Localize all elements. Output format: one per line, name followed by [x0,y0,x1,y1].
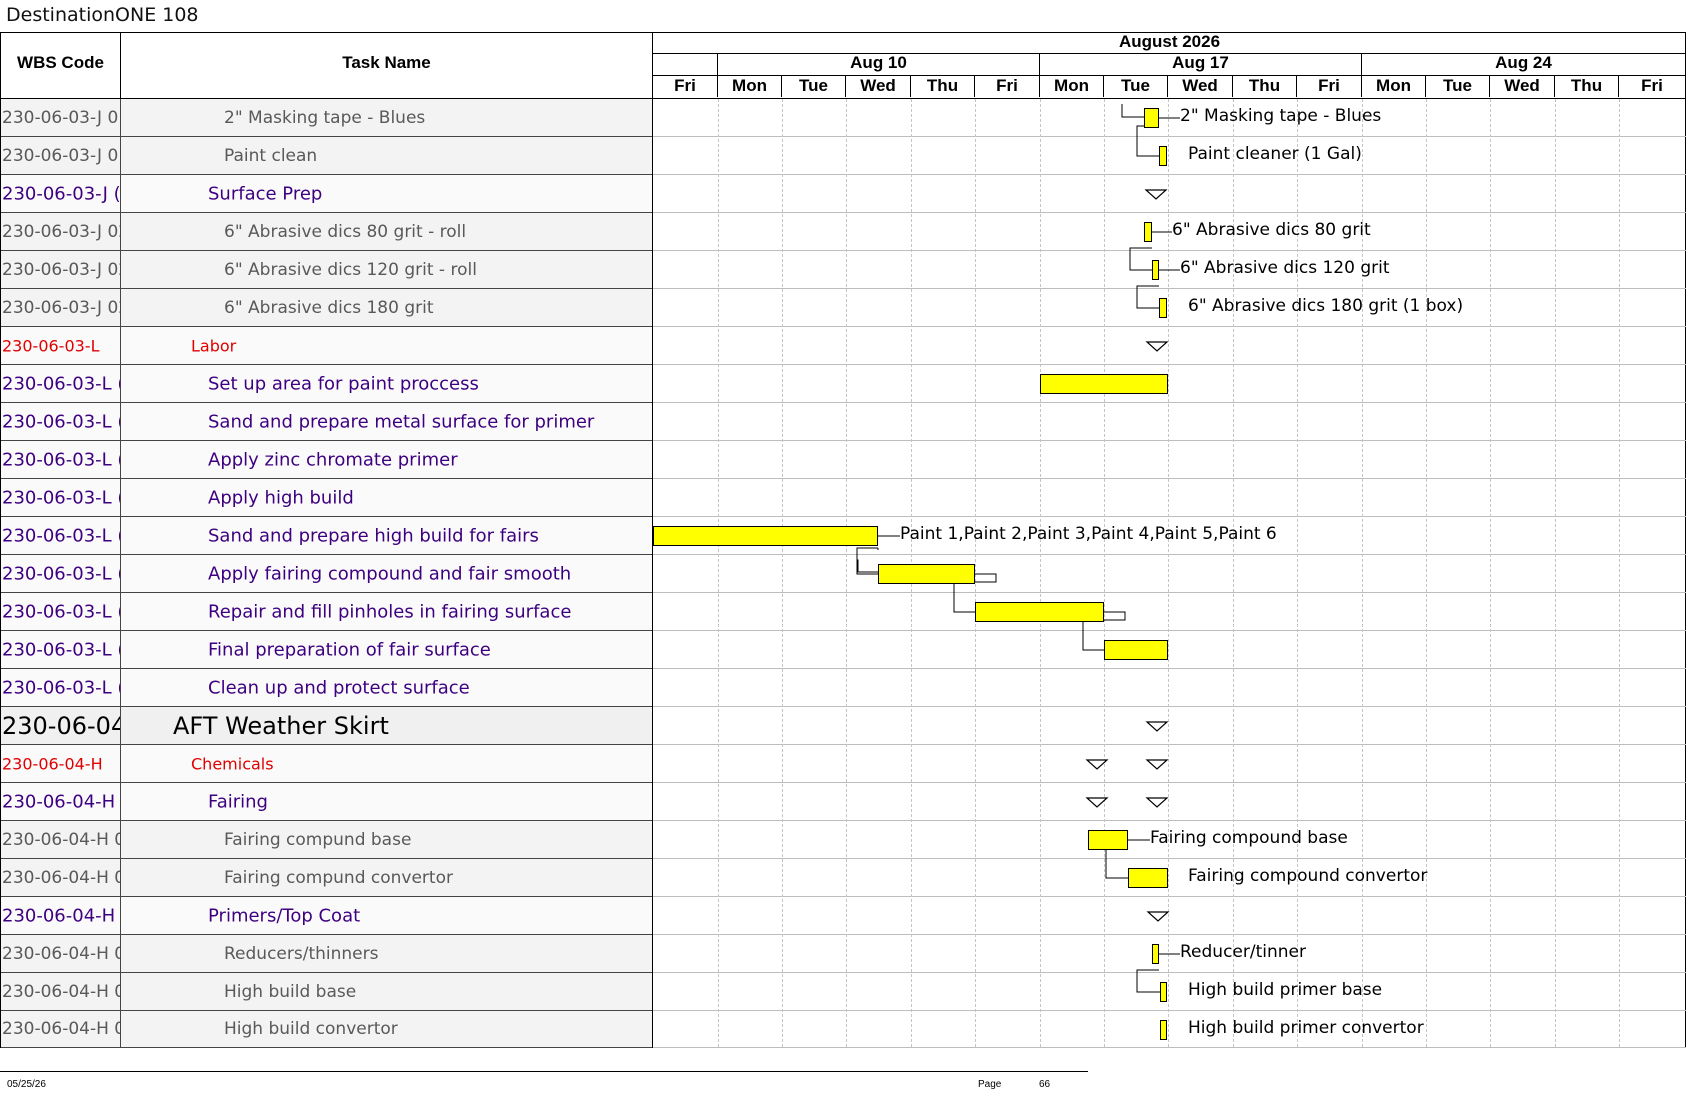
bar-label: Fairing compound base [1150,828,1348,848]
dependency-link [1129,247,1152,271]
summary-marker[interactable] [1145,721,1169,732]
task-bar[interactable] [878,564,975,584]
task-bar[interactable] [1144,108,1159,128]
dependency-link [1082,619,1104,651]
task-bar[interactable] [1159,298,1167,318]
bar-label: 2" Masking tape - Blues [1180,106,1382,126]
dependency-link [1136,969,1160,993]
task-bar[interactable] [975,602,1104,622]
task-bar[interactable] [1152,944,1159,964]
task-bar[interactable] [1088,830,1128,850]
bar-label: High build primer base [1188,980,1383,1000]
task-bar[interactable] [1144,222,1152,242]
dependency-link [975,573,997,583]
footer-page-label: Page [978,1079,1002,1090]
summary-marker[interactable] [1085,759,1109,770]
task-bar[interactable] [1152,260,1159,280]
summary-marker[interactable] [1085,797,1109,808]
footer-date: 05/25/26 [7,1079,46,1090]
dependency-link [856,548,879,575]
dependency-link [953,581,975,613]
summary-marker[interactable] [1145,341,1169,352]
dependency-link [1121,104,1144,118]
task-bar[interactable] [1160,982,1167,1002]
bar-label: 6" Abrasive dics 120 grit [1180,258,1390,278]
summary-marker[interactable] [1145,759,1169,770]
task-bar[interactable] [1159,146,1167,166]
task-bar[interactable] [1040,374,1168,394]
dependency-link [1105,847,1128,879]
task-bar[interactable] [1160,1019,1167,1040]
dependency-links [856,104,1180,993]
dependency-link [1136,125,1159,157]
dependency-link [856,547,878,573]
bar-label: High build primer convertor [1188,1017,1424,1038]
summary-marker[interactable] [1145,797,1169,808]
dependency-link [1104,611,1126,621]
summary-marker[interactable] [1146,911,1170,922]
bar-label: Paint 1,Paint 2,Paint 3,Paint 4,Paint 5,… [900,524,1277,544]
bar-label: 6" Abrasive dics 180 grit (1 box) [1188,296,1464,316]
footer-page-number: 66 [1039,1079,1051,1090]
task-bar[interactable] [653,526,878,546]
footer-rule [0,1071,1088,1072]
bar-label: 6" Abrasive dics 80 grit [1172,220,1371,240]
bar-label: Reducer/tinner [1180,942,1306,962]
bar-label: Fairing compound convertor [1188,866,1428,886]
dependency-link [1136,285,1159,309]
task-bar[interactable] [1104,640,1168,660]
task-bar[interactable] [1128,868,1168,888]
summary-marker[interactable] [1144,189,1168,200]
bar-label: Paint cleaner (1 Gal) [1188,144,1362,164]
